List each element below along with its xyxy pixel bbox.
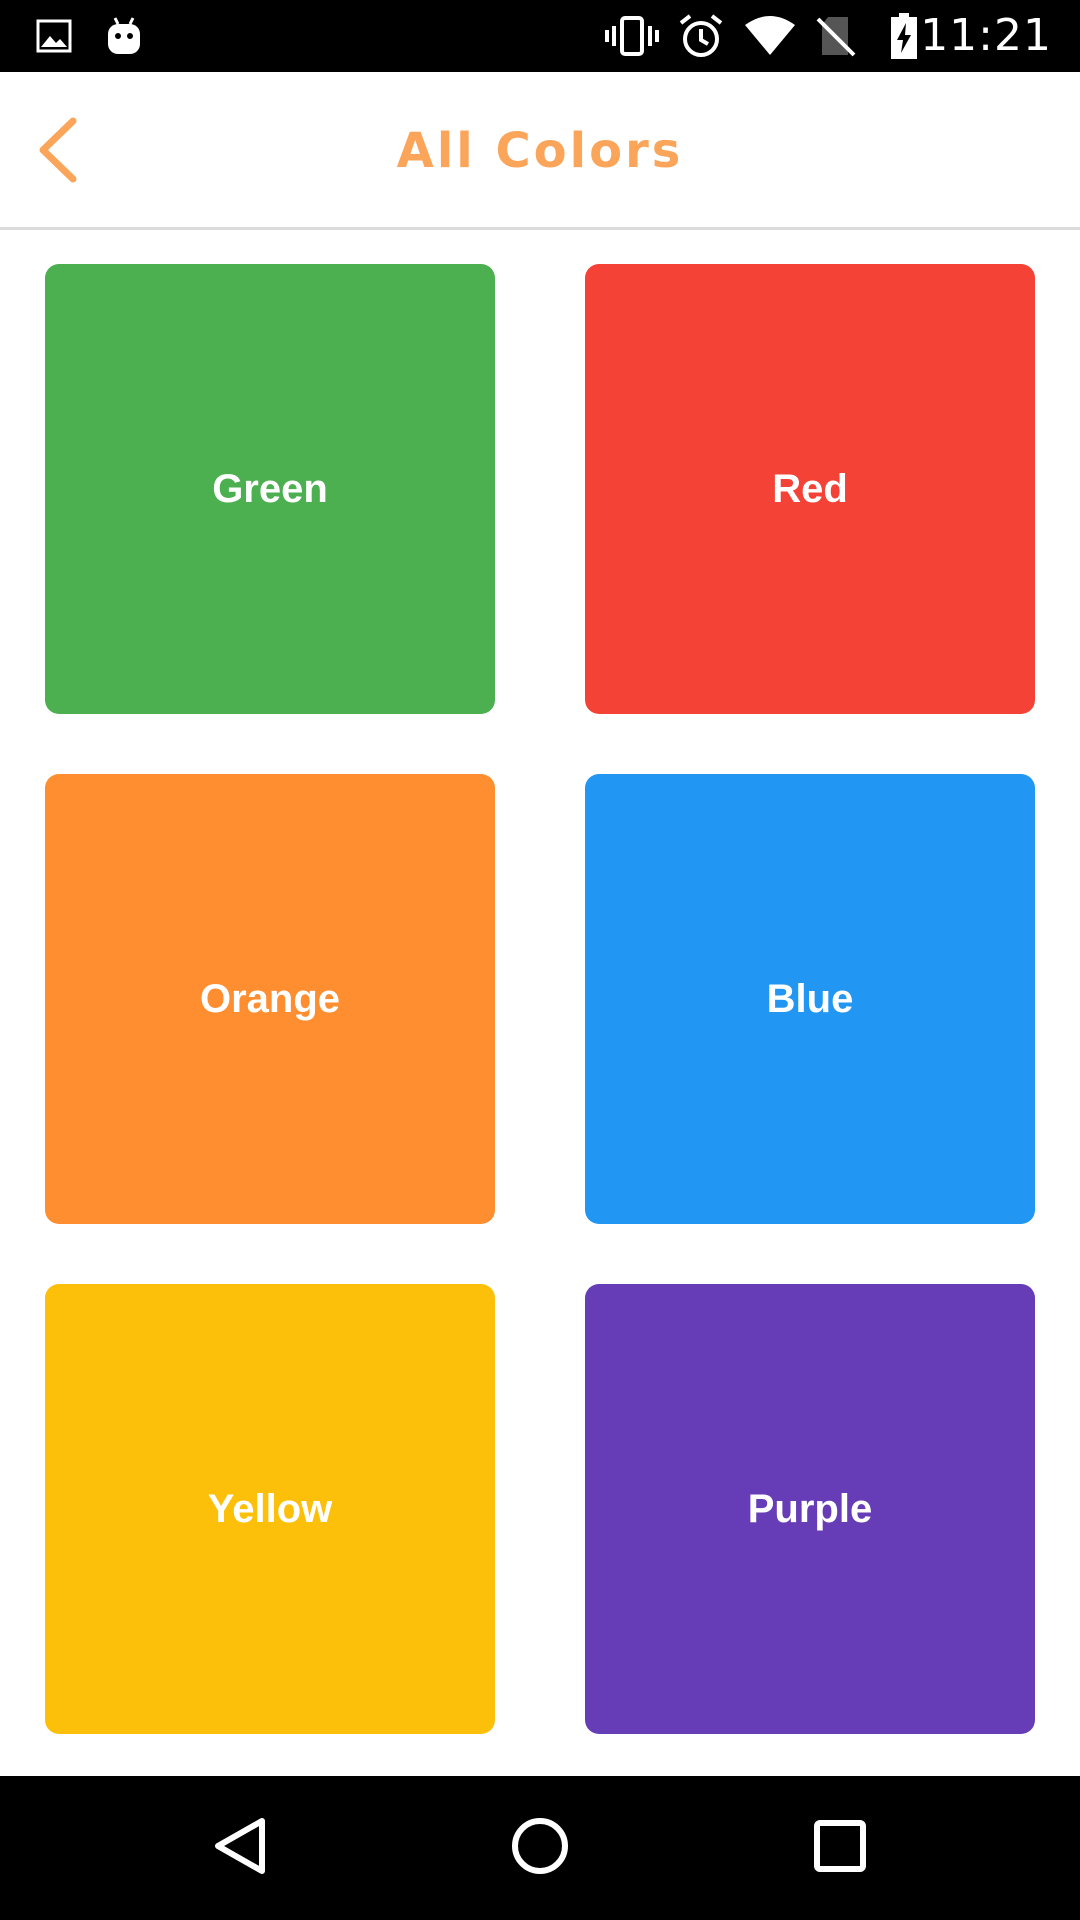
tile-label: Purple — [747, 1486, 873, 1531]
tile-label: Red — [772, 466, 848, 511]
back-triangle-icon — [212, 1816, 268, 1881]
status-bar: 11:21 — [0, 0, 1080, 72]
recents-square-icon — [813, 1819, 867, 1878]
home-circle-icon — [510, 1816, 570, 1881]
nav-recents-button[interactable] — [768, 1776, 912, 1920]
alarm-icon — [676, 0, 726, 72]
tile-label: Orange — [199, 976, 341, 1021]
android-icon — [104, 0, 144, 72]
battery-charging-icon — [884, 0, 924, 72]
image-icon — [34, 0, 74, 72]
navigation-bar — [0, 1776, 1080, 1920]
nav-back-button[interactable] — [168, 1776, 312, 1920]
color-tile-yellow[interactable]: Yellow — [45, 1284, 495, 1734]
vibrate-icon — [604, 0, 660, 72]
color-grid: Green Red Orange Blue Yellow Purple — [45, 264, 1035, 1734]
page-title: All Colors — [396, 123, 684, 179]
color-tile-orange[interactable]: Orange — [45, 774, 495, 1224]
app-bar: All Colors — [0, 72, 1080, 230]
nav-home-button[interactable] — [468, 1776, 612, 1920]
no-sim-icon — [814, 0, 858, 72]
color-tile-green[interactable]: Green — [45, 264, 495, 714]
color-tile-blue[interactable]: Blue — [585, 774, 1035, 1224]
wifi-icon — [742, 0, 798, 72]
color-tile-red[interactable]: Red — [585, 264, 1035, 714]
tile-label: Yellow — [207, 1486, 333, 1531]
color-tile-purple[interactable]: Purple — [585, 1284, 1035, 1734]
status-time: 11:21 — [920, 10, 1052, 61]
tile-label: Blue — [766, 976, 854, 1021]
tile-label: Green — [212, 466, 328, 511]
